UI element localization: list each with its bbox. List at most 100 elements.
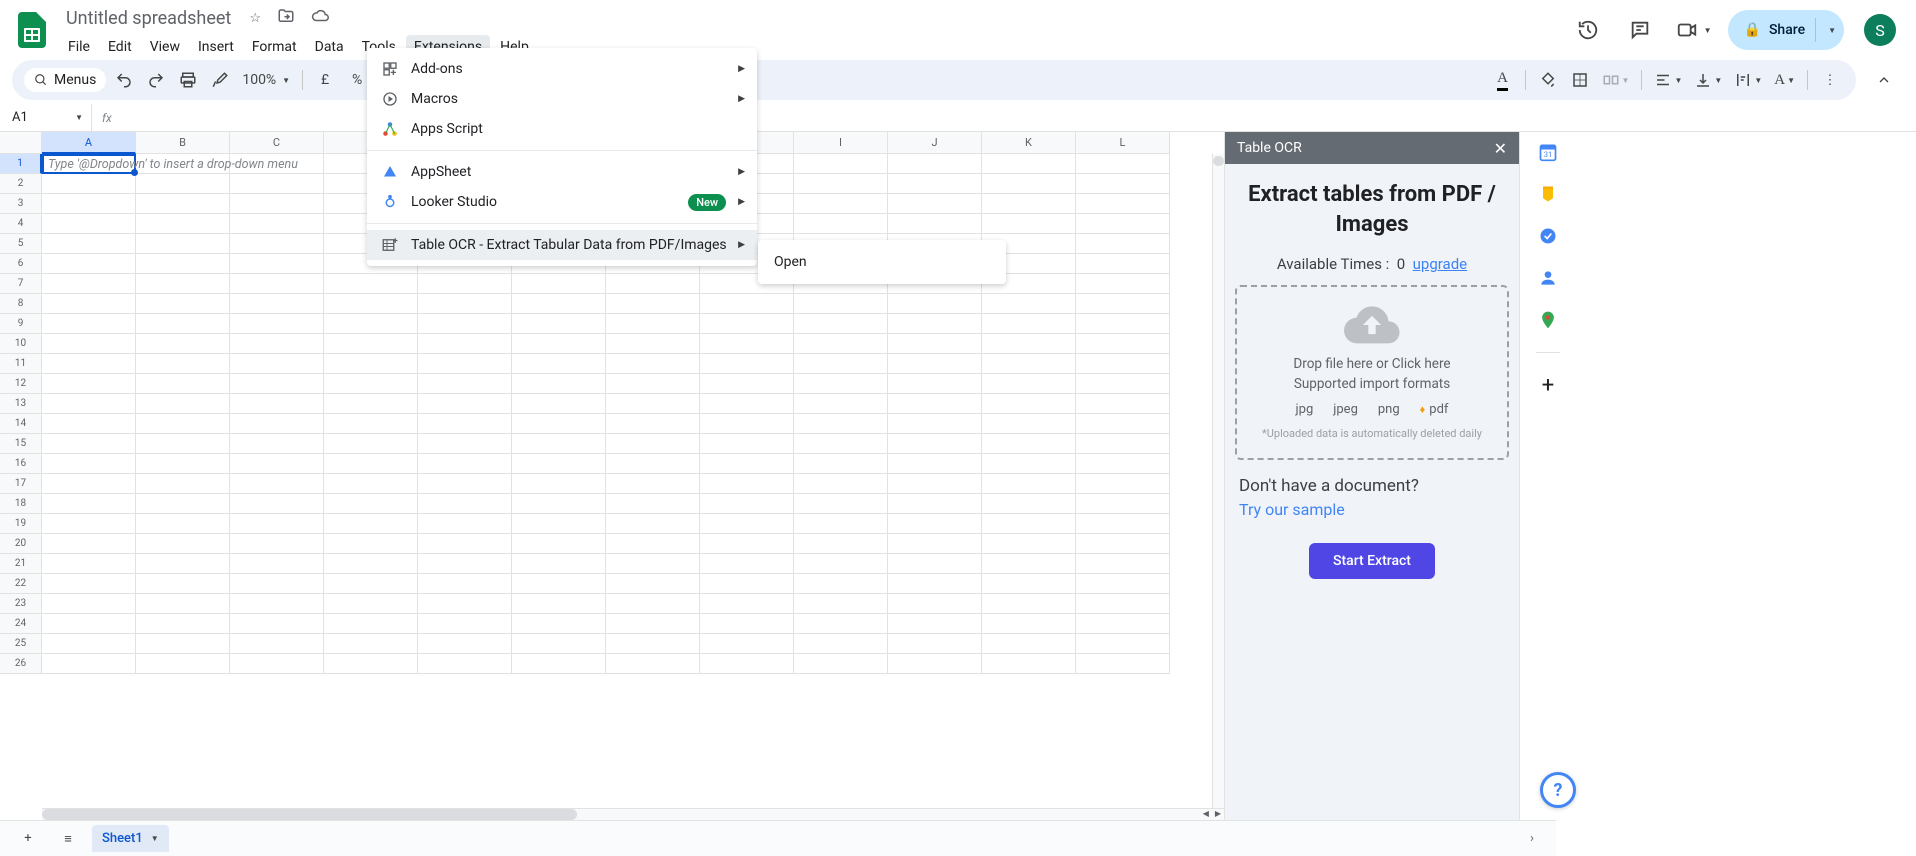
cell[interactable] [794, 494, 888, 514]
cell[interactable] [324, 494, 418, 514]
cell[interactable] [888, 314, 982, 334]
cell[interactable] [324, 374, 418, 394]
cell[interactable] [42, 194, 136, 214]
ext-menu-item[interactable]: Apps Script [367, 114, 757, 144]
cell[interactable] [982, 574, 1076, 594]
cell[interactable] [606, 374, 700, 394]
cell[interactable] [512, 554, 606, 574]
horizontal-scrollbar[interactable] [42, 808, 1206, 820]
cell[interactable] [230, 234, 324, 254]
calendar-icon[interactable]: 31 [1538, 142, 1558, 162]
cell[interactable] [136, 434, 230, 454]
all-sheets-button[interactable]: ≡ [52, 823, 84, 855]
cell[interactable] [418, 554, 512, 574]
cell[interactable] [700, 374, 794, 394]
cell[interactable] [324, 314, 418, 334]
cell[interactable] [136, 454, 230, 474]
cell[interactable] [794, 454, 888, 474]
cell[interactable] [888, 194, 982, 214]
menu-insert[interactable]: Insert [190, 35, 242, 59]
explore-help-button[interactable]: ? [1540, 772, 1576, 808]
cell[interactable] [700, 394, 794, 414]
cell[interactable] [888, 574, 982, 594]
zoom-dropdown[interactable]: 100% ▼ [238, 66, 294, 94]
cell[interactable] [1076, 554, 1170, 574]
menu-data[interactable]: Data [307, 35, 352, 59]
row-header[interactable]: 20 [0, 534, 42, 554]
cell[interactable] [512, 514, 606, 534]
cell[interactable] [512, 314, 606, 334]
collapse-toolbar-button[interactable] [1864, 60, 1904, 100]
cell[interactable] [136, 274, 230, 294]
cell[interactable] [418, 434, 512, 454]
cell[interactable] [136, 314, 230, 334]
cell[interactable] [982, 214, 1076, 234]
file-dropzone[interactable]: Drop file here or Click here Supported i… [1235, 285, 1509, 460]
cell[interactable] [606, 494, 700, 514]
cell[interactable] [606, 654, 700, 674]
menu-view[interactable]: View [142, 35, 188, 59]
cell[interactable] [42, 314, 136, 334]
cell[interactable] [324, 414, 418, 434]
cell[interactable] [700, 434, 794, 454]
cell[interactable] [230, 614, 324, 634]
history-icon[interactable] [1568, 10, 1608, 50]
cell[interactable] [982, 514, 1076, 534]
cell[interactable] [136, 534, 230, 554]
cell[interactable] [418, 294, 512, 314]
cell[interactable] [512, 294, 606, 314]
column-header[interactable]: J [888, 132, 982, 154]
cell[interactable] [606, 514, 700, 534]
cell[interactable] [794, 374, 888, 394]
cell[interactable] [1076, 294, 1170, 314]
cell[interactable] [1076, 594, 1170, 614]
cell[interactable] [982, 294, 1076, 314]
cell[interactable] [512, 454, 606, 474]
cell[interactable] [1076, 314, 1170, 334]
cell[interactable] [512, 354, 606, 374]
cell[interactable] [888, 654, 982, 674]
cell[interactable] [42, 254, 136, 274]
cell[interactable] [418, 514, 512, 534]
ext-menu-item[interactable]: Table OCR - Extract Tabular Data from PD… [367, 230, 757, 260]
cell[interactable] [700, 574, 794, 594]
column-header[interactable]: B [136, 132, 230, 154]
vertical-align-button[interactable]: ▼ [1690, 66, 1726, 94]
cell[interactable] [888, 594, 982, 614]
cell[interactable] [888, 214, 982, 234]
cell[interactable] [982, 554, 1076, 574]
cell[interactable] [418, 654, 512, 674]
currency-format-button[interactable]: £ [311, 66, 339, 94]
cell[interactable] [794, 314, 888, 334]
cell[interactable] [794, 474, 888, 494]
undo-button[interactable] [110, 66, 138, 94]
ext-menu-item[interactable]: Add-ons▶ [367, 54, 757, 84]
cell[interactable] [418, 394, 512, 414]
cell[interactable] [700, 414, 794, 434]
cell[interactable] [982, 354, 1076, 374]
cell[interactable] [606, 434, 700, 454]
cell[interactable] [606, 614, 700, 634]
cell[interactable] [230, 514, 324, 534]
cell[interactable] [42, 534, 136, 554]
more-toolbar-button[interactable]: ⋮ [1816, 66, 1844, 94]
submenu-open-item[interactable]: Open [758, 246, 1006, 278]
cell[interactable] [230, 254, 324, 274]
cell[interactable] [230, 334, 324, 354]
text-color-button[interactable]: A [1489, 66, 1517, 94]
cell[interactable] [700, 594, 794, 614]
cell[interactable] [888, 474, 982, 494]
cell[interactable] [512, 434, 606, 454]
cell[interactable] [324, 654, 418, 674]
cell[interactable] [136, 554, 230, 574]
cell[interactable] [42, 414, 136, 434]
cell[interactable] [512, 394, 606, 414]
cell[interactable] [794, 214, 888, 234]
sheet-tab-active[interactable]: Sheet1 ▼ [92, 825, 169, 852]
row-header[interactable]: 3 [0, 194, 42, 214]
borders-button[interactable] [1566, 66, 1594, 94]
cell[interactable] [606, 454, 700, 474]
horizontal-align-button[interactable]: ▼ [1650, 66, 1686, 94]
cell[interactable] [324, 574, 418, 594]
account-avatar[interactable]: S [1864, 14, 1896, 46]
